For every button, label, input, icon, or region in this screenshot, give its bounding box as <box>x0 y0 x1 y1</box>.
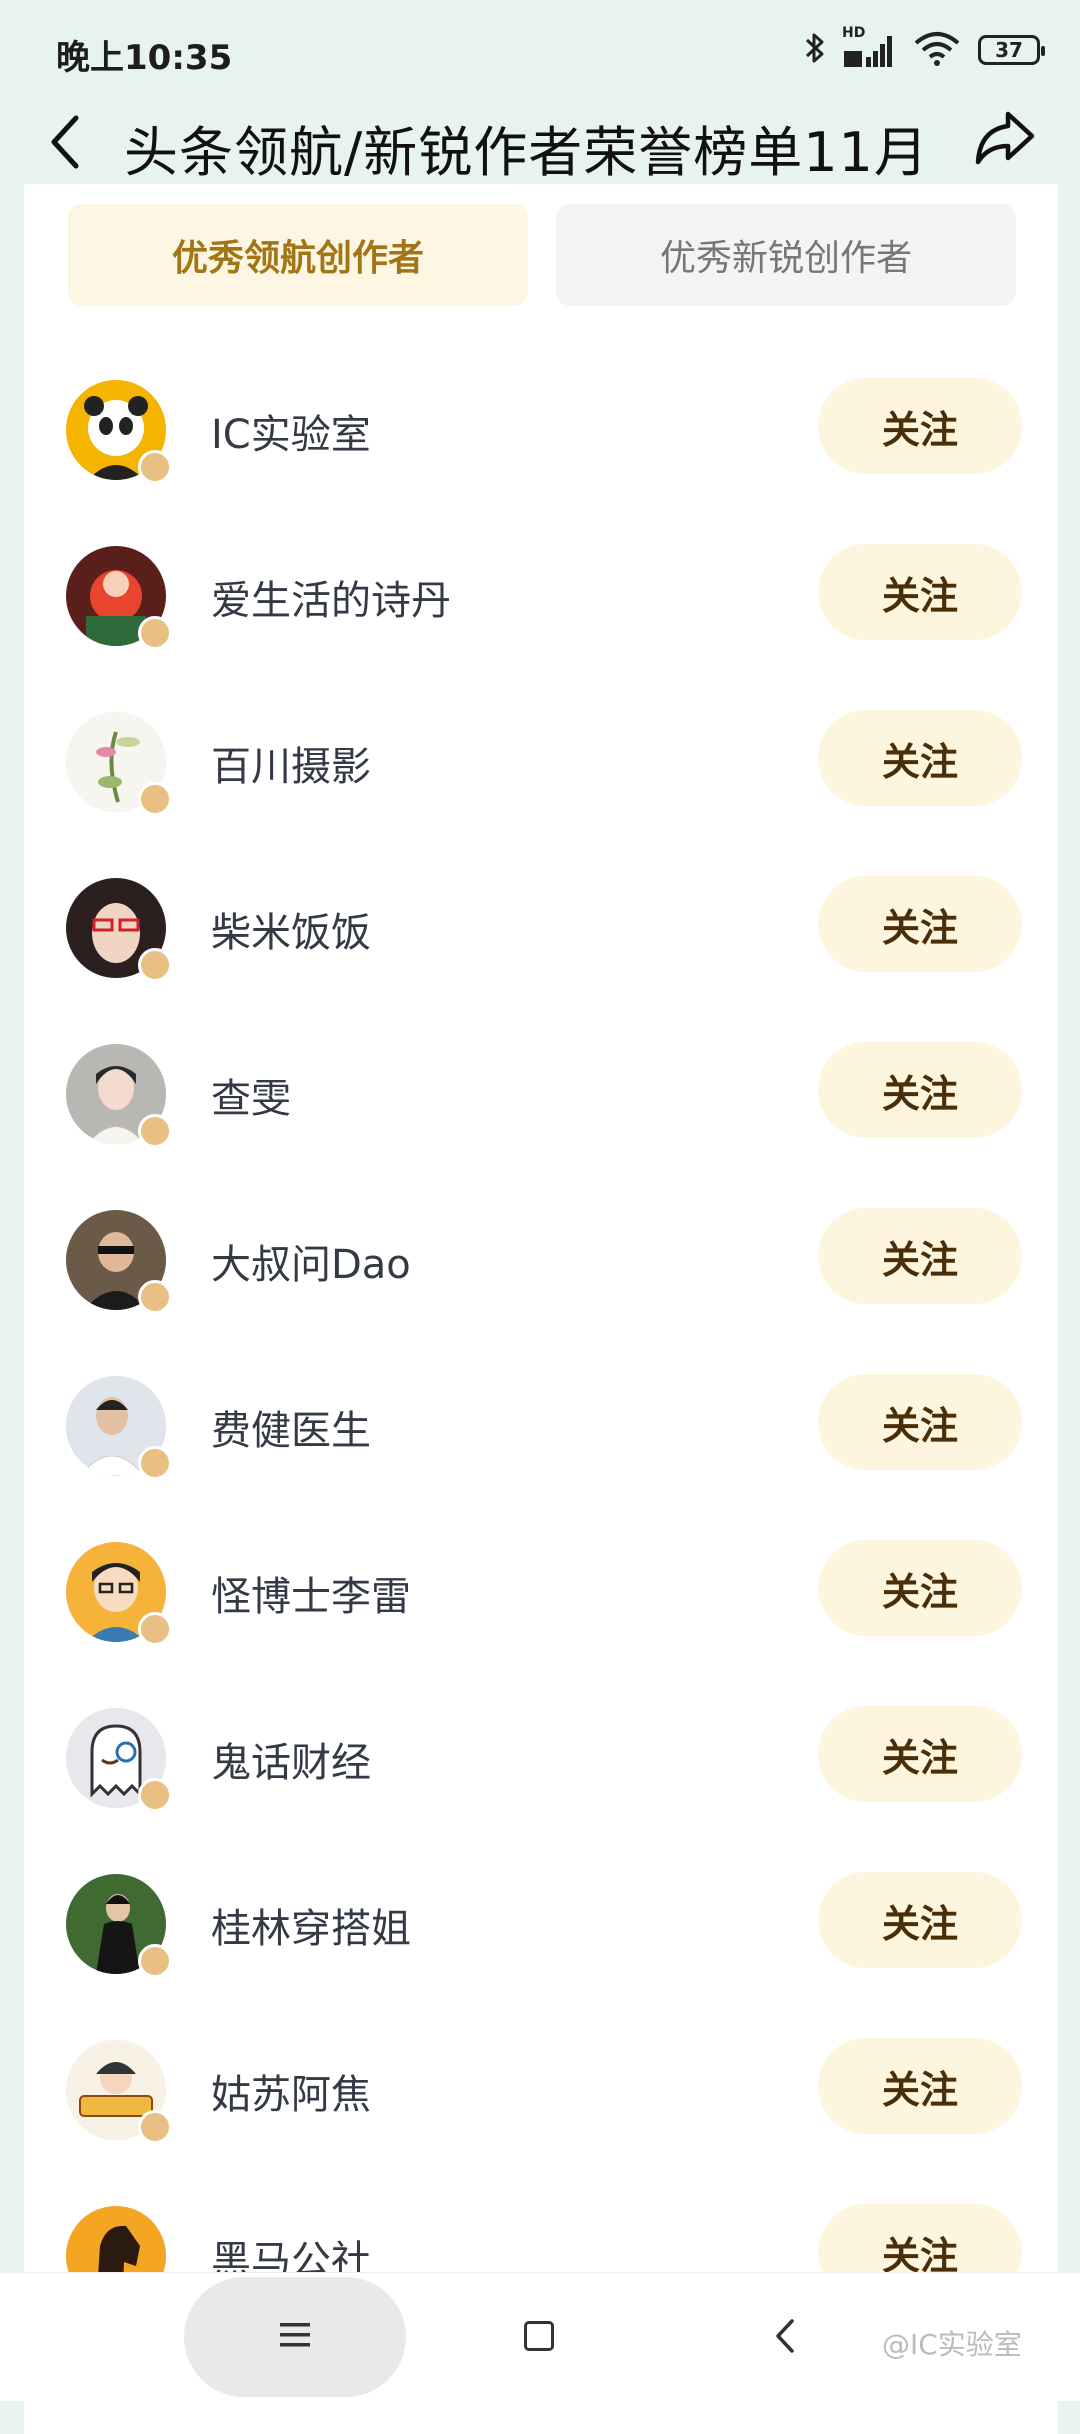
ranking-card: 优秀领航创作者 优秀新锐创作者 IC实验室 关注 爱生活的诗丹 关注 百川摄影 … <box>24 184 1058 2434</box>
creator-name: 姑苏阿焦 <box>211 2072 371 2118</box>
list-item[interactable]: 鬼话财经 关注 <box>24 1672 1058 1838</box>
creator-name: 鬼话财经 <box>211 1740 371 1786</box>
bluetooth-icon <box>804 30 826 70</box>
creator-list: IC实验室 关注 爱生活的诗丹 关注 百川摄影 关注 柴米饭饭 关注 查雯 关注… <box>24 344 1058 2336</box>
list-item[interactable]: 桂林穿搭姐 关注 <box>24 1838 1058 2004</box>
creator-badge-icon <box>138 1612 172 1646</box>
creator-badge-icon <box>138 1446 172 1480</box>
creator-badge-icon <box>138 1778 172 1812</box>
avatar-wrapper[interactable] <box>66 878 172 982</box>
share-icon[interactable] <box>972 106 1036 170</box>
avatar-wrapper[interactable] <box>66 712 172 816</box>
creator-name: 怪博士李雷 <box>211 1574 411 1620</box>
follow-button[interactable]: 关注 <box>818 1540 1022 1636</box>
creator-badge-icon <box>138 450 172 484</box>
menu-icon[interactable] <box>278 2315 312 2355</box>
creator-badge-icon <box>138 616 172 650</box>
watermark: @IC实验室 <box>882 2328 1022 2361</box>
list-item[interactable]: 百川摄影 关注 <box>24 676 1058 842</box>
creator-badge-icon <box>138 1114 172 1148</box>
creator-name: 桂林穿搭姐 <box>211 1906 411 1952</box>
list-item[interactable]: IC实验室 关注 <box>24 344 1058 510</box>
status-time: 晚上10:35 <box>56 38 233 78</box>
follow-button[interactable]: 关注 <box>818 1042 1022 1138</box>
home-icon[interactable] <box>524 2321 554 2351</box>
creator-name: 大叔问Dao <box>211 1242 411 1288</box>
avatar-wrapper[interactable] <box>66 2040 172 2144</box>
list-item[interactable]: 柴米饭饭 关注 <box>24 842 1058 1008</box>
list-item[interactable]: 大叔问Dao 关注 <box>24 1174 1058 1340</box>
avatar-wrapper[interactable] <box>66 1542 172 1646</box>
status-icons: HD 37 <box>804 25 1045 72</box>
avatar-wrapper[interactable] <box>66 1376 172 1480</box>
back-button[interactable] <box>42 112 92 172</box>
avatar-wrapper[interactable] <box>66 1044 172 1148</box>
avatar-wrapper[interactable] <box>66 1210 172 1314</box>
creator-name: 百川摄影 <box>211 744 371 790</box>
creator-name: 柴米饭饭 <box>211 910 371 956</box>
category-tabs: 优秀领航创作者 优秀新锐创作者 <box>68 204 1016 308</box>
back-icon[interactable] <box>774 2317 798 2355</box>
creator-name: IC实验室 <box>211 412 371 458</box>
system-navigation-bar: @IC实验室 <box>0 2272 1080 2401</box>
creator-badge-icon <box>138 948 172 982</box>
avatar-wrapper[interactable] <box>66 1874 172 1978</box>
signal-icon: HD <box>842 25 896 69</box>
creator-name: 费健医生 <box>211 1408 371 1454</box>
avatar-wrapper[interactable] <box>66 546 172 650</box>
follow-button[interactable]: 关注 <box>818 1374 1022 1470</box>
page-title: 头条领航/新锐作者荣誉榜单11月 <box>124 121 929 184</box>
wifi-icon <box>912 29 962 71</box>
status-bar: 晚上10:35 HD 37 <box>0 0 1080 92</box>
creator-badge-icon <box>138 1944 172 1978</box>
list-item[interactable]: 爱生活的诗丹 关注 <box>24 510 1058 676</box>
follow-button[interactable]: 关注 <box>818 544 1022 640</box>
top-nav-bar: 头条领航/新锐作者荣誉榜单11月 <box>0 92 1080 192</box>
list-item[interactable]: 费健医生 关注 <box>24 1340 1058 1506</box>
creator-badge-icon <box>138 1280 172 1314</box>
battery-icon: 37 <box>978 35 1045 65</box>
creator-badge-icon <box>138 2110 172 2144</box>
creator-name: 爱生活的诗丹 <box>211 578 451 624</box>
follow-button[interactable]: 关注 <box>818 1706 1022 1802</box>
list-item[interactable]: 怪博士李雷 关注 <box>24 1506 1058 1672</box>
follow-button[interactable]: 关注 <box>818 2038 1022 2134</box>
follow-button[interactable]: 关注 <box>818 1208 1022 1304</box>
follow-button[interactable]: 关注 <box>818 378 1022 474</box>
list-item[interactable]: 查雯 关注 <box>24 1008 1058 1174</box>
avatar-wrapper[interactable] <box>66 380 172 484</box>
follow-button[interactable]: 关注 <box>818 876 1022 972</box>
creator-badge-icon <box>138 782 172 816</box>
follow-button[interactable]: 关注 <box>818 1872 1022 1968</box>
tab-excellent-rising-creators[interactable]: 优秀新锐创作者 <box>556 204 1016 306</box>
creator-name: 查雯 <box>211 1076 291 1122</box>
follow-button[interactable]: 关注 <box>818 710 1022 806</box>
list-item[interactable]: 姑苏阿焦 关注 <box>24 2004 1058 2170</box>
tab-excellent-leading-creators[interactable]: 优秀领航创作者 <box>68 204 528 306</box>
avatar-wrapper[interactable] <box>66 1708 172 1812</box>
